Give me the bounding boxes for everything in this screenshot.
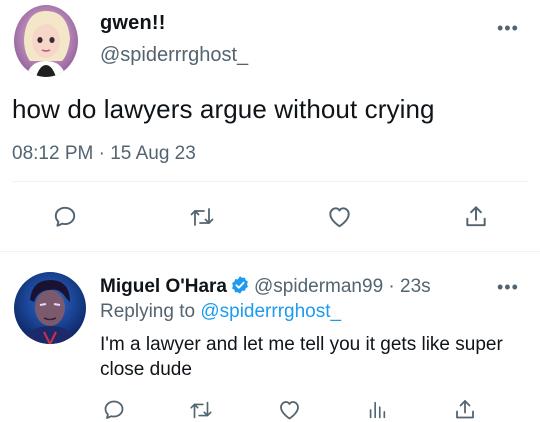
reply-header: Miguel O'Hara @spiderman99 · 23s: [100, 275, 431, 301]
reply-reply-icon[interactable]: [102, 398, 126, 422]
verified-badge-icon: [230, 275, 250, 301]
author-avatar[interactable]: [14, 5, 78, 77]
like-icon[interactable]: [326, 204, 353, 230]
reply-icon[interactable]: [52, 204, 78, 230]
replying-to-line: Replying to @spiderrrghost_: [100, 301, 341, 323]
author-display-name[interactable]: gwen!!: [100, 12, 166, 35]
reply-share-icon[interactable]: [453, 397, 477, 422]
retweet-icon[interactable]: [188, 204, 216, 230]
reply-retweet-icon[interactable]: [188, 398, 214, 422]
separator-dot: ·: [388, 276, 395, 297]
divider: [12, 181, 528, 182]
reply-like-icon[interactable]: [277, 398, 302, 422]
reply-author-avatar[interactable]: [14, 272, 86, 344]
replying-to-handle-link[interactable]: @spiderrrghost_: [200, 301, 341, 322]
reply-author-display-name[interactable]: Miguel O'Hara: [100, 276, 227, 297]
views-icon[interactable]: [366, 398, 388, 422]
reply-text: I'm a lawyer and let me tell you it gets…: [100, 334, 503, 380]
divider: [0, 251, 540, 252]
share-icon[interactable]: [463, 203, 489, 230]
replying-to-prefix: Replying to: [100, 301, 196, 322]
reply-author-handle[interactable]: @spiderman99: [254, 276, 383, 297]
reply-more-options-button[interactable]: •••: [497, 277, 519, 298]
more-options-button[interactable]: •••: [497, 18, 519, 39]
author-handle[interactable]: @spiderrrghost_: [100, 44, 248, 67]
reply-age[interactable]: 23s: [400, 276, 431, 297]
tweet-text: how do lawyers argue without crying: [12, 94, 435, 124]
tweet-timestamp[interactable]: 08:12 PM · 15 Aug 23: [12, 143, 196, 165]
